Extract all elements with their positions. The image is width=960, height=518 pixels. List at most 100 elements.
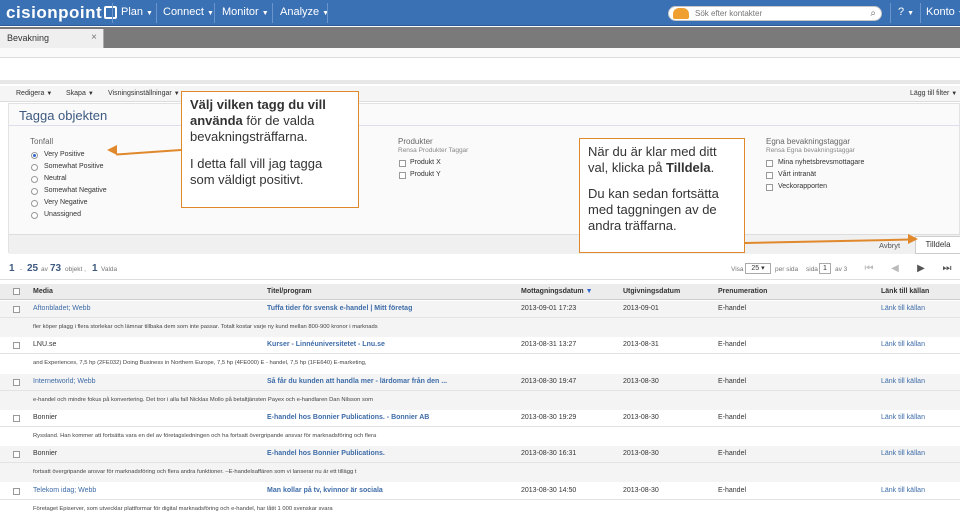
source-link[interactable]: Länk till källan <box>881 450 925 457</box>
checkbox-produkt-y[interactable] <box>399 172 406 179</box>
source-link[interactable]: Länk till källan <box>881 341 925 348</box>
row-checkbox[interactable] <box>13 306 20 313</box>
media-cell[interactable]: Aftonbladet; Webb <box>33 305 90 312</box>
subscription-cell: E-handel <box>718 450 747 457</box>
create-menu[interactable]: Skapa ▼ <box>66 90 94 97</box>
next-page-icon[interactable]: ▶ <box>910 260 932 277</box>
table-row[interactable]: Bonnier E-handel hos Bonnier Publication… <box>0 446 960 482</box>
table-row[interactable]: Aftonbladet; Webb Tuffa tider för svensk… <box>0 301 960 337</box>
radio-somewhat-negative[interactable] <box>31 188 38 195</box>
per-page-select[interactable]: 25 ▾ <box>745 263 771 274</box>
cancel-button[interactable]: Avbryt <box>879 241 900 250</box>
col-source[interactable]: Länk till källan <box>881 288 929 295</box>
prev-page-icon[interactable]: ◀ <box>884 260 906 277</box>
option-label: Veckorapporten <box>778 183 828 190</box>
callout-text-second: Du kan sedan fortsätta med taggningen av… <box>588 186 719 233</box>
chevron-down-icon: ▼ <box>46 91 53 97</box>
title-link[interactable]: Så får du kunden att handla mer - lärdom… <box>267 378 447 385</box>
checkbox-produkt-x[interactable] <box>399 160 406 167</box>
source-link[interactable]: Länk till källan <box>881 305 925 312</box>
published-cell: 2013-09-01 <box>623 305 659 312</box>
received-cell: 2013-08-30 19:47 <box>521 378 577 385</box>
radio-neutral[interactable] <box>31 176 38 183</box>
published-cell: 2013-08-30 <box>623 414 659 421</box>
option-label: Very Positive <box>44 151 85 158</box>
nav-separator <box>920 3 921 23</box>
title-link[interactable]: Kurser - Linnéuniversitetet - Lnu.se <box>267 341 385 348</box>
table-row[interactable]: Internetworld; Webb Så får du kunden att… <box>0 374 960 410</box>
divider <box>0 80 960 84</box>
search-input[interactable] <box>695 8 855 19</box>
help-menu[interactable]: ? ▼ <box>898 6 914 18</box>
row-checkbox[interactable] <box>13 415 20 422</box>
radio-very-positive[interactable] <box>31 152 38 159</box>
divider <box>9 125 960 126</box>
option-label: Very Negative <box>44 199 88 206</box>
account-menu[interactable]: Konto▼ <box>926 6 960 18</box>
radio-very-negative[interactable] <box>31 200 38 207</box>
source-link[interactable]: Länk till källan <box>881 414 925 421</box>
nav-connect[interactable]: Connect ▼ <box>163 6 214 18</box>
close-icon[interactable]: × <box>91 32 97 43</box>
checkbox-nyhetsbrev[interactable] <box>766 160 773 167</box>
toolbar: Redigera ▼ Skapa ▼ Visningsinställningar ▼ … <box>0 86 960 102</box>
checkbox-intranat[interactable] <box>766 172 773 179</box>
page-total: av 3 <box>835 266 848 273</box>
row-checkbox[interactable] <box>13 342 20 349</box>
row-checkbox[interactable] <box>13 488 20 495</box>
last-page-icon[interactable]: ⏭ <box>936 260 958 277</box>
title-link[interactable]: Man kollar på tv, kvinnor är sociala <box>267 487 383 494</box>
range-to: 25 <box>27 263 39 274</box>
clear-egna-link[interactable]: Rensa Egna bevakningstaggar <box>766 147 855 154</box>
page-input[interactable]: 1 <box>819 263 831 274</box>
nav-analyze[interactable]: Analyze ▼ <box>280 6 329 18</box>
cisionpoint-logo[interactable]: cisionpoint <box>6 3 118 23</box>
table-row[interactable]: LNU.se Kurser - Linnéuniversitetet - Lnu… <box>0 337 960 373</box>
checkbox-veckorapporten[interactable] <box>766 184 773 191</box>
chevron-down-icon: ▾ <box>761 265 765 272</box>
arrow-right-icon <box>908 234 918 244</box>
per-sida-label: per sida <box>775 266 799 273</box>
col-published[interactable]: Utgivningsdatum <box>623 288 680 295</box>
source-link[interactable]: Länk till källan <box>881 487 925 494</box>
nav-monitor[interactable]: Monitor ▼ <box>222 6 269 18</box>
option-label: Neutral <box>44 175 67 182</box>
contact-search[interactable]: ⌕ <box>668 6 882 21</box>
assign-button[interactable]: Tilldela <box>915 236 960 254</box>
first-page-icon[interactable]: ⏮ <box>858 260 880 277</box>
nav-plan[interactable]: Plan ▼ <box>121 6 153 18</box>
media-cell[interactable]: Telekom idag; Webb <box>33 487 96 494</box>
col-title[interactable]: Titel/program <box>267 288 312 295</box>
tab-bevakning[interactable]: Bevakning × <box>0 29 104 48</box>
subscription-cell: E-handel <box>718 414 747 421</box>
radio-somewhat-positive[interactable] <box>31 164 38 171</box>
col-media[interactable]: Media <box>33 288 53 295</box>
title-link[interactable]: E-handel hos Bonnier Publications. - Bon… <box>267 414 429 421</box>
row-checkbox[interactable] <box>13 451 20 458</box>
clear-produkter-link[interactable]: Rensa Produkter Taggar <box>398 147 468 154</box>
col-received[interactable]: Mottagningsdatum ▼ <box>521 288 593 295</box>
media-cell: Bonnier <box>33 450 58 457</box>
select-all-checkbox[interactable] <box>13 288 20 295</box>
col-subscription[interactable]: Prenumeration <box>718 288 767 295</box>
title-link[interactable]: E-handel hos Bonnier Publications. <box>267 450 385 457</box>
radio-unassigned[interactable] <box>31 212 38 219</box>
subscription-cell: E-handel <box>718 305 747 312</box>
received-cell: 2013-08-30 16:31 <box>521 450 577 457</box>
snippet: e-handel och mindre fokus på konverterin… <box>33 397 373 403</box>
search-icon[interactable]: ⌕ <box>870 8 876 19</box>
option-label: Somewhat Positive <box>44 163 104 170</box>
source-link[interactable]: Länk till källan <box>881 378 925 385</box>
media-cell[interactable]: Internetworld; Webb <box>33 378 96 385</box>
divider <box>0 353 960 354</box>
edit-menu[interactable]: Redigera ▼ <box>16 90 52 97</box>
option-label: Produkt Y <box>410 171 441 178</box>
title-link[interactable]: Tuffa tider för svensk e-handel | Mitt f… <box>267 305 412 312</box>
table-row[interactable]: Bonnier E-handel hos Bonnier Publication… <box>0 410 960 446</box>
view-settings-menu[interactable]: Visningsinställningar ▼ <box>108 90 180 97</box>
table-row[interactable]: Telekom idag; Webb Man kollar på tv, kvi… <box>0 483 960 518</box>
sida-label: sida <box>806 266 818 273</box>
add-filter-menu[interactable]: Lägg till filter ▼ <box>910 90 957 97</box>
total-count: 73 <box>50 263 62 274</box>
row-checkbox[interactable] <box>13 379 20 386</box>
